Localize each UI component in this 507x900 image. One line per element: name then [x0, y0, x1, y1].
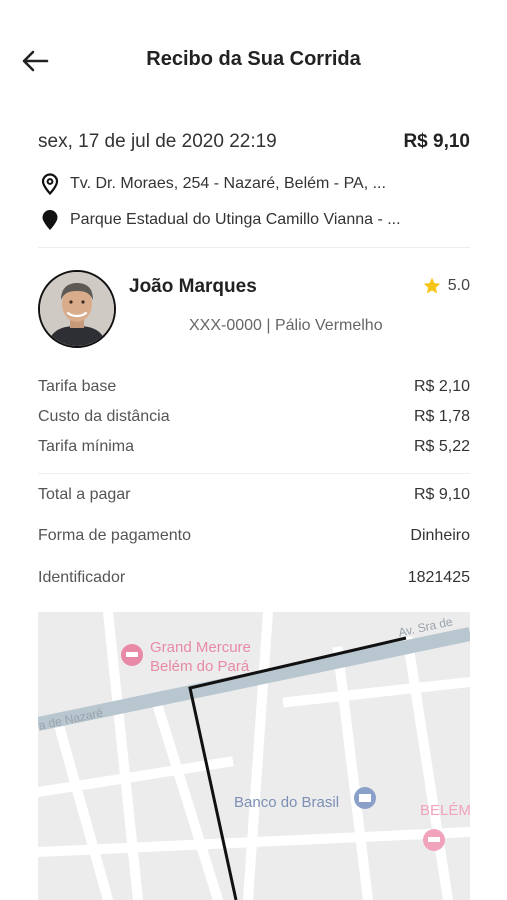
fare-value: Dinheiro: [410, 527, 470, 544]
fare-label: Tarifa base: [38, 378, 117, 395]
hotel-pin-icon: [423, 829, 445, 851]
fare-label: Forma de pagamento: [38, 527, 191, 544]
location-filled-icon: [38, 208, 62, 232]
fare-breakdown: Tarifa base R$ 2,10 Custo da distância R…: [38, 372, 470, 599]
rating-value: 5.0: [447, 277, 470, 294]
driver-card: João Marques 5.0 XXX-0000 | Pálio Vermel…: [38, 268, 470, 350]
map-poi-belem: BELÉM: [420, 802, 470, 819]
fare-value: R$ 1,78: [413, 408, 470, 425]
top-bar: Recibo da Sua Corrida: [0, 0, 507, 120]
driver-rating: 5.0: [422, 276, 470, 296]
fare-label: Total a pagar: [38, 485, 131, 503]
bank-pin-icon: [354, 787, 376, 809]
star-icon: [423, 277, 441, 294]
map-poi-hotel: Grand Mercure Belém do Pará: [150, 639, 251, 675]
divider: [38, 247, 470, 248]
fare-row-identifier: Identificador 1821425: [38, 557, 470, 599]
origin-text: Tv. Dr. Moraes, 254 - Nazaré, Belém - PA…: [70, 175, 386, 192]
destination-address: Parque Estadual do Utinga Camillo Vianna…: [38, 202, 470, 238]
map-canvas: [38, 612, 470, 900]
trip-summary: sex, 17 de jul de 2020 22:19 R$ 9,10 Tv.…: [38, 126, 470, 238]
trip-total: R$ 9,10: [403, 131, 470, 152]
fare-value: R$ 2,10: [413, 378, 470, 395]
driver-avatar: [38, 270, 116, 348]
trip-datetime: sex, 17 de jul de 2020 22:19: [38, 131, 277, 152]
fare-row-total: Total a pagar R$ 9,10: [38, 473, 470, 515]
map-poi-bank: Banco do Brasil: [234, 794, 340, 811]
fare-label: Tarifa mínima: [38, 438, 135, 455]
fare-value: R$ 5,22: [413, 438, 470, 455]
driver-name: João Marques: [129, 276, 257, 297]
page-title: Recibo da Sua Corrida: [146, 48, 361, 70]
hotel-pin-icon: [121, 644, 143, 666]
fare-row-payment: Forma de pagamento Dinheiro: [38, 515, 470, 557]
destination-text: Parque Estadual do Utinga Camillo Vianna…: [70, 211, 401, 228]
fare-value: 1821425: [407, 569, 470, 586]
location-outline-icon: [38, 172, 62, 196]
fare-row-distance: Custo da distância R$ 1,78: [38, 402, 470, 432]
origin-address: Tv. Dr. Moraes, 254 - Nazaré, Belém - PA…: [38, 166, 470, 202]
fare-value: R$ 9,10: [413, 485, 470, 503]
fare-label: Identificador: [38, 569, 126, 586]
fare-label: Custo da distância: [38, 408, 170, 425]
fare-row-base: Tarifa base R$ 2,10: [38, 372, 470, 402]
fare-row-minimum: Tarifa mínima R$ 5,22: [38, 432, 470, 462]
vehicle-info: XXX-0000 | Pálio Vermelho: [189, 317, 383, 334]
route-map[interactable]: Grand Mercure Belém do Pará Banco do Bra…: [38, 612, 470, 900]
